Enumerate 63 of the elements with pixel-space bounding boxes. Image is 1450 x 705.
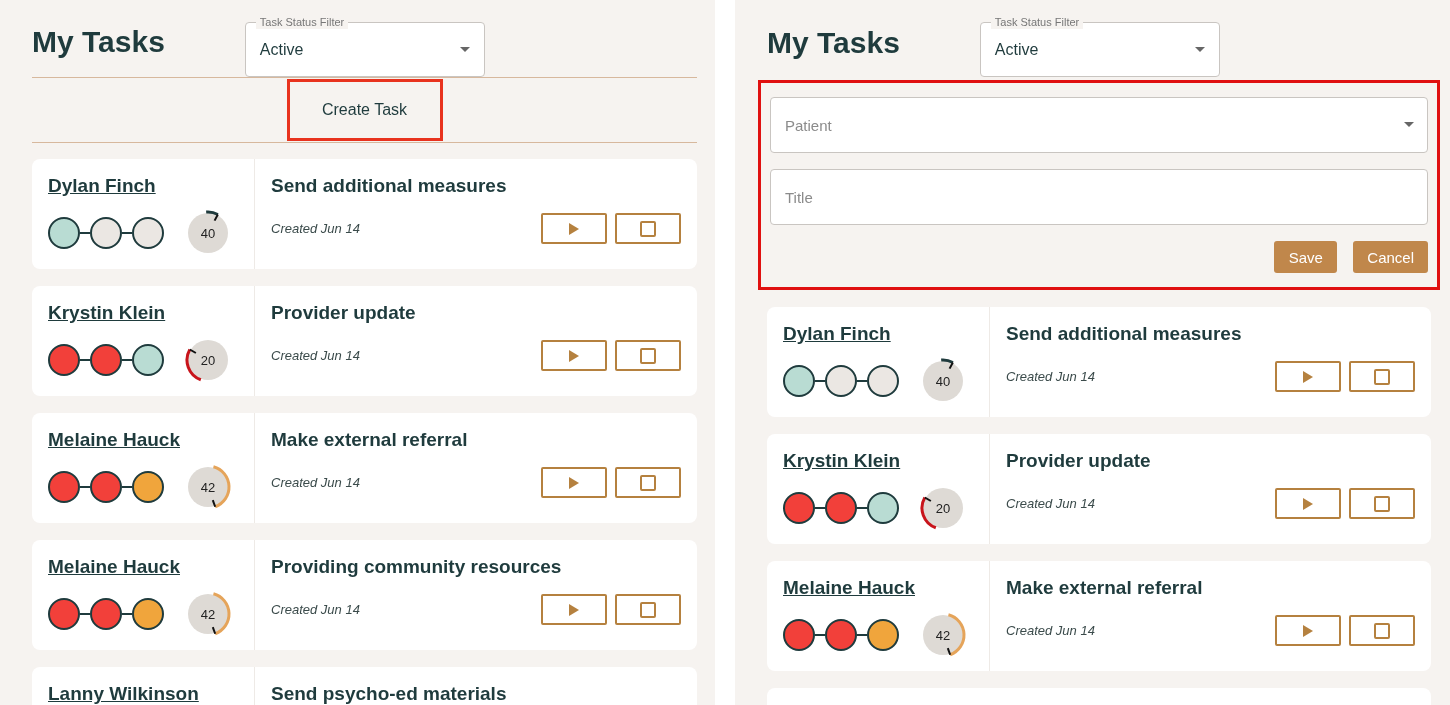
task-title: Make external referral	[271, 429, 469, 451]
task-title: Send psycho-ed materials	[271, 683, 508, 705]
square-icon	[1374, 368, 1390, 385]
task-title: Provider update	[271, 302, 417, 324]
created-date: Created Jun 14	[1006, 496, 1095, 511]
page-title: My Tasks	[767, 26, 900, 60]
start-button[interactable]	[1275, 361, 1341, 392]
task-title: Make external referral	[1006, 577, 1204, 599]
start-button[interactable]	[541, 213, 607, 244]
start-button[interactable]	[1275, 488, 1341, 519]
square-icon	[640, 347, 656, 364]
play-icon	[569, 222, 579, 235]
created-date: Created Jun 14	[271, 602, 360, 617]
play-icon	[1303, 370, 1313, 383]
start-button[interactable]	[541, 467, 607, 498]
stop-button[interactable]	[1349, 488, 1415, 519]
stop-button[interactable]	[1349, 361, 1415, 392]
patient-link[interactable]: Krystin Klein	[48, 302, 166, 323]
start-button[interactable]	[541, 594, 607, 625]
patient-link[interactable]: Dylan Finch	[783, 323, 891, 344]
patient-link[interactable]: Melaine Hauck	[48, 429, 180, 450]
title-input-field[interactable]: Title	[770, 169, 1428, 225]
create-task-button[interactable]: Create Task	[286, 79, 443, 141]
patient-link[interactable]: Melaine Hauck	[48, 556, 180, 577]
patient-link[interactable]: Dylan Finch	[48, 175, 156, 196]
square-icon	[640, 474, 656, 491]
created-date: Created Jun 14	[1006, 369, 1095, 384]
square-icon	[640, 601, 656, 618]
stop-button[interactable]	[1349, 615, 1415, 646]
play-icon	[569, 476, 579, 489]
task-title: Send additional measures	[1006, 323, 1243, 345]
start-button[interactable]	[1275, 615, 1341, 646]
filter-label: Task Status Filter	[255, 15, 349, 29]
dropdown-caret-icon	[1404, 122, 1414, 127]
task-title: Send additional measures	[271, 175, 508, 197]
created-date: Created Jun 14	[271, 221, 360, 236]
created-date: Created Jun 14	[271, 475, 360, 490]
task-title: Providing community resources	[271, 556, 563, 578]
square-icon	[1374, 495, 1390, 512]
page-title: My Tasks	[32, 25, 165, 59]
play-icon	[1303, 624, 1313, 637]
patient-link[interactable]: Lanny Wilkinson	[48, 683, 199, 704]
dropdown-caret-icon	[459, 47, 470, 52]
play-icon	[1303, 497, 1313, 510]
filter-label: Task Status Filter	[990, 15, 1084, 29]
square-icon	[640, 220, 656, 237]
square-icon	[1374, 622, 1390, 639]
dropdown-caret-icon	[1194, 47, 1205, 52]
patient-link[interactable]: Krystin Klein	[783, 450, 901, 471]
stop-button[interactable]	[615, 213, 681, 244]
filter-value: Active	[259, 40, 304, 59]
filter-value: Active	[994, 40, 1039, 59]
patient-link[interactable]: Melaine Hauck	[783, 577, 915, 598]
stop-button[interactable]	[615, 340, 681, 371]
play-icon	[569, 349, 579, 362]
created-date: Created Jun 14	[271, 348, 360, 363]
start-button[interactable]	[541, 340, 607, 371]
play-icon	[569, 603, 579, 616]
stop-button[interactable]	[615, 467, 681, 498]
patient-select[interactable]: Patient	[770, 97, 1428, 153]
stop-button[interactable]	[615, 594, 681, 625]
task-title: Provider update	[1006, 450, 1152, 472]
created-date: Created Jun 14	[1006, 623, 1095, 638]
